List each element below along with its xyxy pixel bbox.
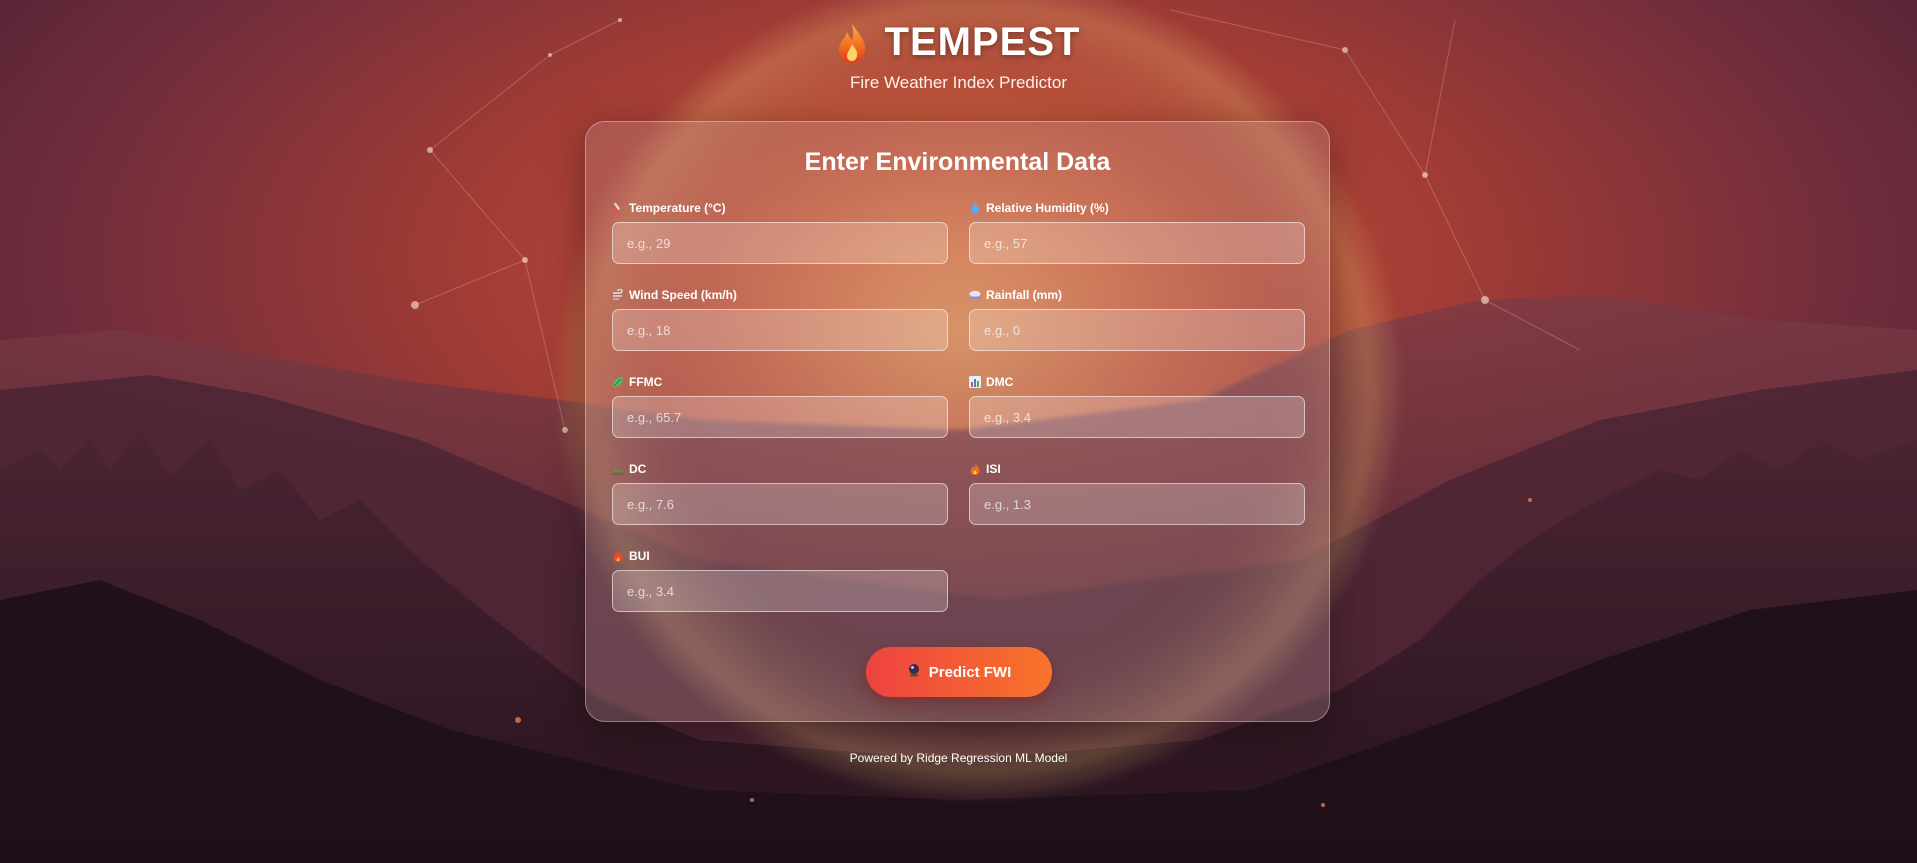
rainfall-input[interactable] [969, 309, 1305, 351]
temperature-input[interactable] [612, 222, 948, 264]
page-header: TEMPEST Fire Weather Index Predictor [0, 20, 1917, 93]
rainfall-field: Rainfall (mm) [969, 287, 1305, 351]
dc-input[interactable] [612, 483, 948, 525]
ffmc-field: FFMC [612, 374, 948, 438]
bui-field: BUI [612, 548, 948, 612]
app-subtitle: Fire Weather Index Predictor [850, 72, 1067, 92]
ffmc-input[interactable] [612, 396, 948, 438]
title-row: TEMPEST [837, 20, 1081, 65]
dc-field: DC [612, 461, 948, 525]
footer-credit: Powered by Ridge Regression ML Model [849, 751, 1068, 765]
isi-input[interactable] [969, 483, 1305, 525]
flame-icon [837, 22, 867, 64]
dc-label: DC [612, 461, 948, 477]
fire-icon [969, 463, 981, 475]
dmc-label: DMC [969, 374, 1305, 390]
bui-input[interactable] [612, 570, 948, 612]
droplet-icon [969, 202, 981, 214]
wind-speed-label: Wind Speed (km/h) [612, 287, 948, 303]
prediction-form: Enter Environmental Data Temperature (°C… [585, 121, 1330, 722]
bar-chart-icon [969, 376, 981, 388]
rainfall-label: Rainfall (mm) [969, 287, 1305, 303]
isi-field: ISI [969, 461, 1305, 525]
crystal-ball-icon [907, 663, 921, 681]
temperature-label-text: Temperature (°C) [629, 201, 726, 215]
humidity-input[interactable] [969, 222, 1305, 264]
isi-label-text: ISI [986, 462, 1001, 476]
dmc-label-text: DMC [986, 375, 1014, 389]
dmc-input[interactable] [969, 396, 1305, 438]
bui-label: BUI [612, 548, 948, 564]
thermometer-icon [612, 202, 624, 214]
wind-icon [612, 288, 624, 301]
rain-cloud-icon [969, 289, 981, 301]
flame-small-icon [612, 550, 624, 562]
humidity-label: Relative Humidity (%) [969, 200, 1305, 216]
temperature-label: Temperature (°C) [612, 200, 948, 216]
wind-speed-label-text: Wind Speed (km/h) [629, 288, 737, 302]
ffmc-label: FFMC [612, 374, 948, 390]
leaf-icon [612, 376, 624, 388]
wind-speed-field: Wind Speed (km/h) [612, 287, 948, 351]
rainfall-label-text: Rainfall (mm) [986, 288, 1063, 302]
wind-speed-input[interactable] [612, 309, 948, 351]
humidity-field: Relative Humidity (%) [969, 200, 1305, 264]
form-title: Enter Environmental Data [804, 148, 1111, 176]
input-grid: Temperature (°C) Relative Humidity (%) W… [612, 200, 1305, 612]
landscape-icon [612, 463, 624, 475]
bui-label-text: BUI [629, 549, 650, 563]
predict-fwi-label: Predict FWI [928, 663, 1012, 681]
app-title: TEMPEST [884, 20, 1081, 64]
isi-label: ISI [969, 461, 1305, 477]
humidity-label-text: Relative Humidity (%) [986, 201, 1109, 215]
temperature-field: Temperature (°C) [612, 200, 948, 264]
dc-label-text: DC [629, 462, 647, 476]
ffmc-label-text: FFMC [629, 375, 663, 389]
dmc-field: DMC [969, 374, 1305, 438]
predict-fwi-button[interactable]: Predict FWI [866, 647, 1052, 697]
